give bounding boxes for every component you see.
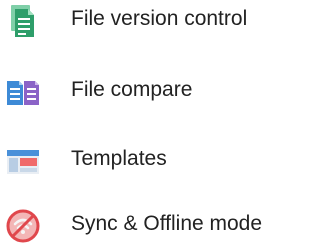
feature-label: Sync & Offline mode (71, 212, 263, 235)
file-compare-icon (6, 75, 39, 107)
templates-icon (6, 144, 39, 176)
feature-list: File version control File compare Templa… (0, 0, 329, 243)
feature-item-file-version-control: File version control (0, 0, 329, 40)
feature-item-sync-offline: Sync & Offline mode (0, 205, 329, 245)
feature-item-templates: Templates (0, 140, 329, 180)
file-version-icon (6, 4, 38, 37)
feature-label: Templates (71, 147, 167, 170)
feature-item-file-compare: File compare (0, 71, 329, 111)
sync-offline-icon (6, 209, 40, 243)
feature-label: File version control (71, 7, 248, 30)
feature-label: File compare (71, 78, 193, 101)
